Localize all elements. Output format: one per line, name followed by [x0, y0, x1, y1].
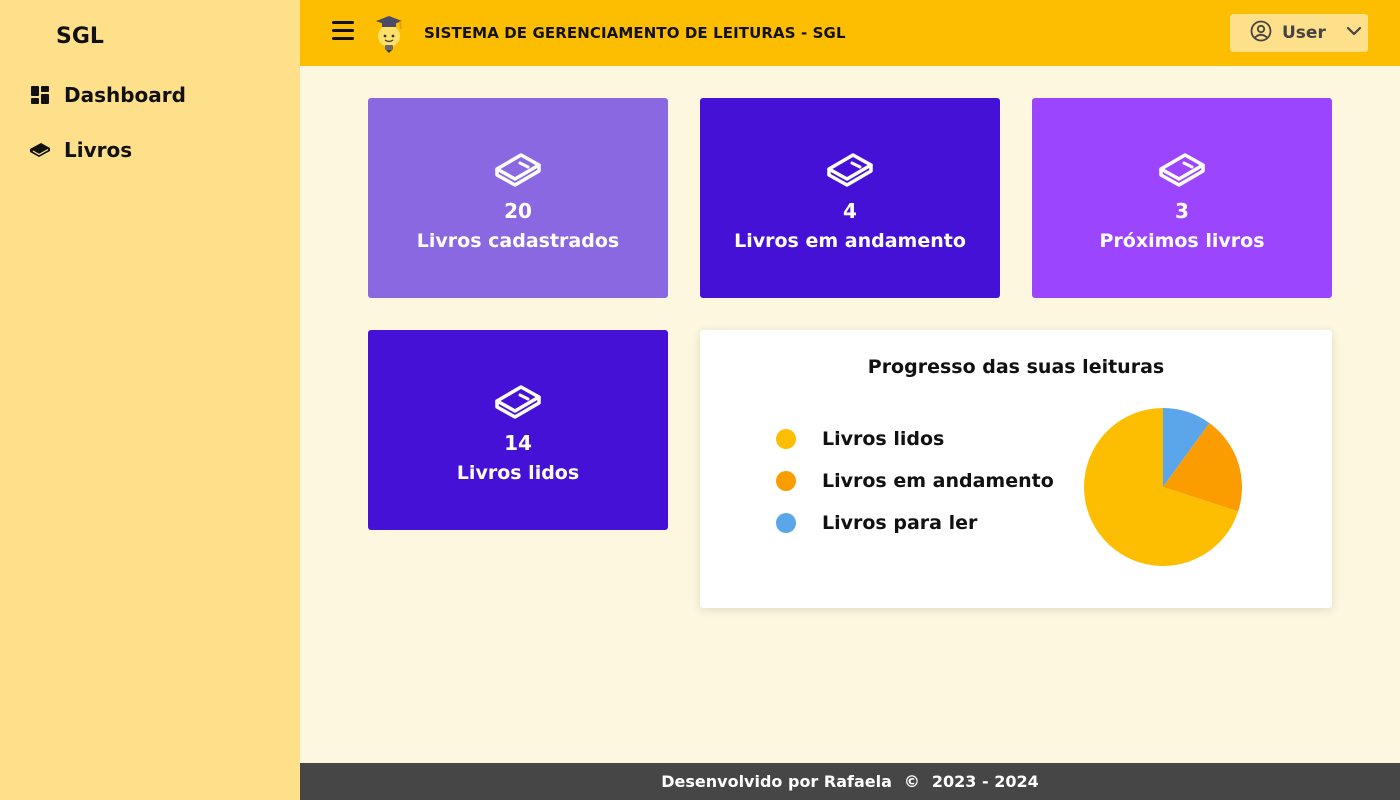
footer-credit: Desenvolvido por Rafaela	[661, 772, 892, 791]
brand-logo-text: SGL	[56, 24, 104, 49]
stat-count: 3	[1175, 199, 1189, 223]
chart-title: Progresso das suas leituras	[867, 356, 1165, 378]
sidebar-item-dashboard[interactable]: Dashboard	[28, 83, 186, 107]
legend-swatch	[776, 471, 796, 491]
footer: Desenvolvido por Rafaela © 2023 - 2024	[300, 763, 1400, 800]
stat-label: Livros em andamento	[734, 230, 966, 252]
pie-chart	[1084, 408, 1242, 566]
stat-card-proximos-livros: 3 Próximos livros	[1032, 98, 1332, 298]
sidebar-item-label: Livros	[64, 138, 133, 162]
legend-swatch	[776, 429, 796, 449]
legend-swatch	[776, 513, 796, 533]
reading-progress-chart-card: Progresso das suas leituras Livros lidos…	[700, 330, 1332, 608]
legend-item-livros-para-ler: Livros para ler	[776, 512, 977, 534]
user-circle-icon	[1250, 20, 1272, 46]
stat-count: 20	[504, 199, 532, 223]
legend-item-livros-lidos: Livros lidos	[776, 428, 944, 450]
book-icon	[1159, 153, 1205, 187]
top-bar: SISTEMA DE GERENCIAMENTO DE LEITURAS - S…	[300, 0, 1400, 66]
footer-years: 2023 - 2024	[931, 772, 1039, 791]
legend-item-livros-em-andamento: Livros em andamento	[776, 470, 1054, 492]
stat-card-livros-em-andamento: 4 Livros em andamento	[700, 98, 1000, 298]
book-icon	[28, 138, 52, 162]
legend-label: Livros lidos	[822, 428, 945, 450]
stat-count: 14	[504, 431, 532, 455]
book-icon	[495, 385, 541, 419]
stat-card-livros-cadastrados: 20 Livros cadastrados	[368, 98, 668, 298]
lightbulb-graduation-cap-icon	[372, 12, 406, 54]
hamburger-icon[interactable]	[332, 21, 354, 45]
stat-label: Livros lidos	[456, 462, 580, 484]
user-label: User	[1282, 23, 1326, 43]
book-icon	[827, 153, 873, 187]
user-menu-button[interactable]: User	[1230, 14, 1368, 52]
copyright-symbol: ©	[903, 772, 920, 791]
sidebar-item-livros[interactable]: Livros	[28, 138, 132, 162]
book-icon	[495, 153, 541, 187]
app-title: SISTEMA DE GERENCIAMENTO DE LEITURAS - S…	[424, 24, 846, 42]
stat-count: 4	[843, 199, 857, 223]
dashboard-icon	[28, 83, 52, 107]
legend-label: Livros em andamento	[822, 470, 1054, 492]
stat-label: Livros cadastrados	[416, 230, 620, 252]
sidebar-item-label: Dashboard	[64, 83, 186, 107]
legend-label: Livros para ler	[822, 512, 978, 534]
sidebar: SGL Dashboard Livros	[0, 0, 300, 800]
stat-label: Próximos livros	[1099, 230, 1265, 252]
chevron-down-icon	[1346, 23, 1362, 43]
stat-card-livros-lidos: 14 Livros lidos	[368, 330, 668, 530]
